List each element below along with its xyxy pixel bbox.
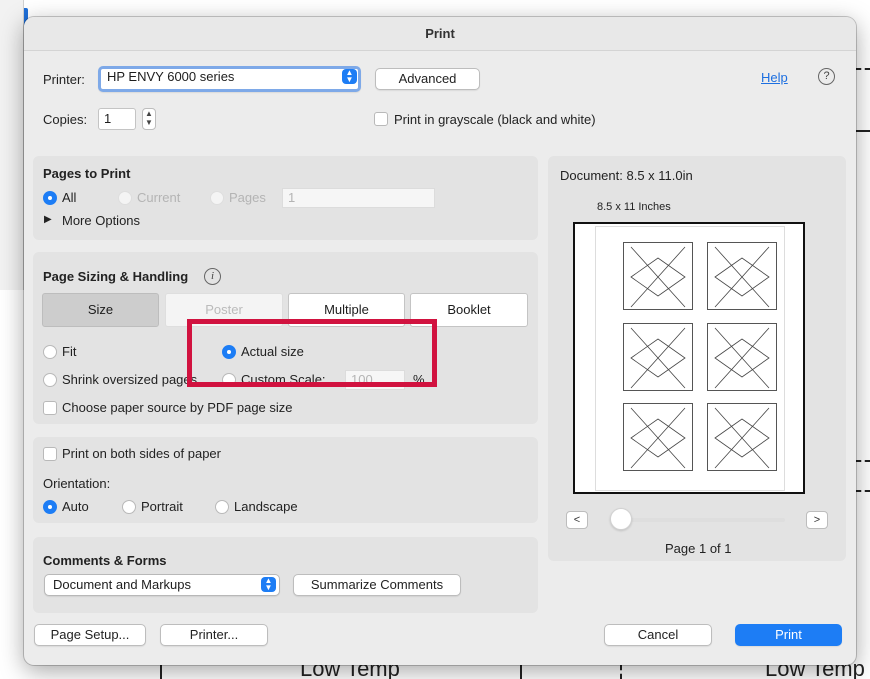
page-size-caption: 8.5 x 11 Inches [597,201,671,213]
printer-button[interactable]: Printer... [160,624,268,646]
document-size-label: Document: 8.5 x 11.0in [560,168,693,183]
copies-stepper[interactable]: ▲ ▼ [142,108,156,130]
radio-orientation-landscape[interactable] [215,500,229,514]
paper-source-label: Choose paper source by PDF page size [62,400,293,415]
radio-landscape-label: Landscape [234,499,298,514]
background-line [520,665,522,679]
page-preview-sheet [596,227,784,490]
radio-orientation-portrait[interactable] [122,500,136,514]
background-line [856,68,870,70]
more-options-toggle[interactable]: More Options [62,213,140,228]
preview-page-slider-track[interactable] [612,518,785,522]
comments-forms-select[interactable]: Document and Markups ▲ ▼ [44,574,280,596]
help-link[interactable]: Help [761,70,788,85]
radio-pages[interactable] [210,191,224,205]
background-line [856,130,870,132]
page-sizing-title: Page Sizing & Handling [43,269,189,284]
app-side-toolbar [0,0,24,290]
comments-forms-select-value: Document and Markups [53,577,192,592]
radio-all[interactable] [43,191,57,205]
radio-portrait-label: Portrait [141,499,183,514]
background-line [856,460,870,462]
preview-tile-diagrams [630,246,770,469]
radio-orientation-auto[interactable] [43,500,57,514]
background-line [856,490,870,492]
orientation-label: Orientation: [43,476,111,491]
printer-select[interactable]: HP ENVY 6000 series ▲ ▼ [98,66,361,92]
grayscale-checkbox[interactable] [374,112,388,126]
question-icon[interactable]: ? [818,68,835,85]
radio-shrink-oversized[interactable] [43,373,57,387]
copies-label: Copies: [43,112,88,127]
preview-page-slider-knob[interactable] [610,508,632,530]
printer-select-value: HP ENVY 6000 series [107,69,235,84]
radio-fit[interactable] [43,345,57,359]
annotation-highlight-box [187,319,437,387]
pages-to-print-title: Pages to Print [43,166,131,181]
cancel-button[interactable]: Cancel [604,624,712,646]
radio-fit-label: Fit [62,344,77,359]
summarize-comments-button[interactable]: Summarize Comments [293,574,461,596]
preview-prev-button[interactable]: < [566,511,588,529]
pages-range-input[interactable]: 1 [282,188,435,208]
dialog-title: Print [24,17,856,51]
radio-current-label: Current [137,190,181,205]
select-arrows-icon: ▲ ▼ [261,577,276,592]
both-sides-label: Print on both sides of paper [62,446,221,461]
copies-input[interactable]: 1 [98,108,136,130]
preview-next-button[interactable]: > [806,511,828,529]
radio-all-label: All [62,190,77,205]
radio-shrink-label: Shrink oversized pages [62,372,198,387]
comments-forms-title: Comments & Forms [43,553,167,568]
tab-size[interactable]: Size [42,293,159,327]
page-setup-button[interactable]: Page Setup... [34,624,146,646]
radio-current[interactable] [118,191,132,205]
info-icon[interactable]: i [204,268,221,285]
radio-pages-label: Pages [229,190,266,205]
select-arrows-icon: ▲ ▼ [342,69,357,84]
grayscale-label: Print in grayscale (black and white) [394,112,596,127]
background-line [620,665,622,679]
background-line [160,665,162,679]
paper-source-checkbox[interactable] [43,401,57,415]
disclosure-triangle-icon[interactable]: ▶ [44,214,52,225]
print-button[interactable]: Print [735,624,842,646]
both-sides-checkbox[interactable] [43,447,57,461]
printer-label: Printer: [43,72,85,87]
page-indicator: Page 1 of 1 [665,541,732,556]
radio-auto-label: Auto [62,499,89,514]
advanced-button[interactable]: Advanced [375,68,480,90]
